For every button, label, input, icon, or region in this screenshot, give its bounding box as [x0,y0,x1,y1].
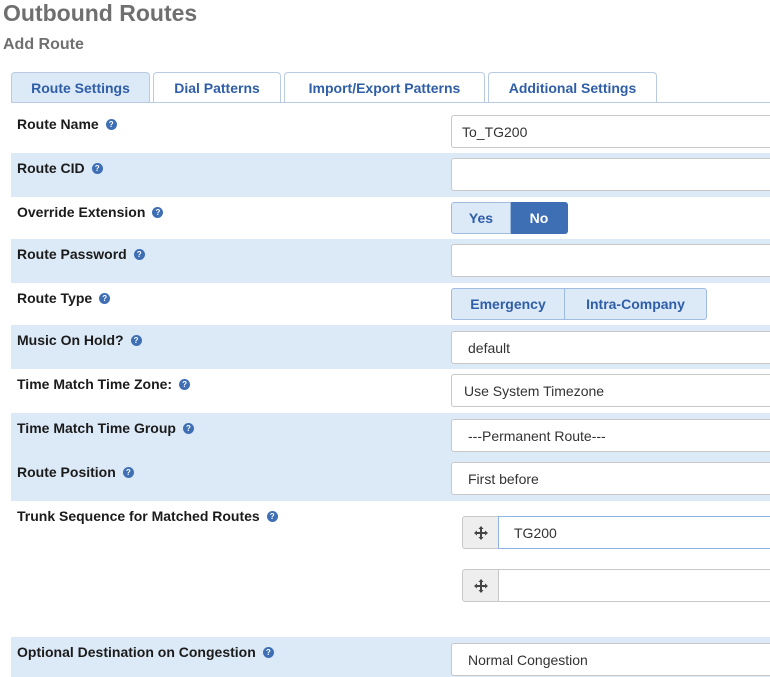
row-route-position: Route Position? First before [11,457,770,501]
help-icon[interactable]: ? [182,422,194,434]
row-trunk-sequence: Trunk Sequence for Matched Routes? TG200 [11,501,770,637]
route-position-label: Route Position? [17,464,134,480]
help-icon[interactable]: ? [133,248,145,260]
help-icon[interactable]: ? [122,466,134,478]
help-icon[interactable]: ? [91,162,103,174]
route-password-label: Route Password? [17,246,145,262]
route-type-emergency-button[interactable]: Emergency [451,288,565,320]
trunk-select-2[interactable] [498,569,770,602]
route-name-label: Route Name? [17,116,117,132]
override-extension-toggle: Yes No [451,202,568,234]
row-route-type: Route Type? Emergency Intra-Company [11,283,770,325]
row-time-zone: Time Match Time Zone:? Use System Timezo… [11,369,770,413]
override-no-button[interactable]: No [511,202,568,234]
time-zone-select[interactable]: Use System Timezone [451,374,770,407]
help-icon[interactable]: ? [262,646,274,658]
time-zone-label: Time Match Time Zone:? [17,376,191,392]
row-override-extension: Override Extension? Yes No [11,197,770,239]
row-route-name: Route Name? To_TG200 [11,109,770,153]
row-music-on-hold: Music On Hold?? default [11,325,770,369]
help-icon[interactable]: ? [130,334,142,346]
trunk-select-1[interactable]: TG200 [498,516,770,549]
row-route-cid: Route CID? [11,153,770,197]
route-cid-input[interactable] [451,158,770,191]
move-icon [473,525,488,540]
time-group-label: Time Match Time Group? [17,420,194,436]
row-congestion: Optional Destination on Congestion? Norm… [11,637,770,677]
route-type-intra-company-button[interactable]: Intra-Company [565,288,707,320]
help-icon[interactable]: ? [152,206,164,218]
route-type-label: Route Type? [17,290,111,306]
route-name-input[interactable]: To_TG200 [451,115,770,148]
trunk-drag-handle-1[interactable] [462,516,499,549]
help-icon[interactable]: ? [179,378,191,390]
tab-import-export-patterns[interactable]: Import/Export Patterns [284,72,485,103]
row-route-password: Route Password? [11,239,770,283]
trunk-sequence-label: Trunk Sequence for Matched Routes? [17,508,278,524]
music-on-hold-label: Music On Hold?? [17,332,142,348]
tab-dial-patterns[interactable]: Dial Patterns [153,72,281,103]
time-group-select[interactable]: ---Permanent Route--- [451,419,770,452]
page-subtitle: Add Route [3,36,84,53]
page-title: Outbound Routes [3,0,198,26]
move-icon [473,578,488,593]
override-extension-label: Override Extension? [17,204,164,220]
tab-divider [11,102,770,103]
tab-route-settings[interactable]: Route Settings [11,72,150,103]
help-icon[interactable]: ? [99,292,111,304]
music-on-hold-select[interactable]: default [451,331,770,364]
tab-additional-settings[interactable]: Additional Settings [488,72,657,103]
congestion-select[interactable]: Normal Congestion [451,643,770,676]
route-cid-label: Route CID? [17,160,103,176]
override-yes-button[interactable]: Yes [451,202,511,234]
row-time-group: Time Match Time Group? ---Permanent Rout… [11,413,770,457]
tab-bar: Route Settings Dial Patterns Import/Expo… [11,72,770,103]
route-position-select[interactable]: First before [451,462,770,495]
help-icon[interactable]: ? [266,510,278,522]
trunk-drag-handle-2[interactable] [462,569,499,602]
route-type-toggle: Emergency Intra-Company [451,288,707,320]
help-icon[interactable]: ? [105,118,117,130]
route-password-input[interactable] [451,244,770,277]
congestion-label: Optional Destination on Congestion? [17,644,274,660]
